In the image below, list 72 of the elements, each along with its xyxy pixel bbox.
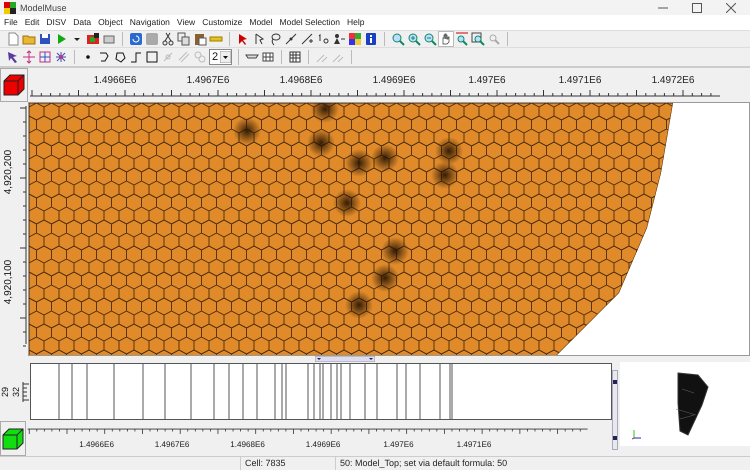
numbered-icon[interactable] (316, 32, 330, 46)
ruler-label: 1.4966E6 (79, 440, 114, 449)
undo-icon[interactable] (129, 32, 143, 46)
ruler-label: 1.4968E6 (230, 440, 265, 449)
maximize-icon[interactable] (692, 2, 702, 13)
zoom-icon[interactable] (391, 32, 405, 46)
ruler-label: 1.497E6 (468, 75, 506, 86)
vertex-icon[interactable] (284, 32, 298, 46)
3d-view[interactable] (620, 362, 750, 446)
ruler-label: 1.4972E6 (652, 75, 694, 86)
ruler-label: 1.4969E6 (372, 75, 416, 86)
polygon-icon[interactable] (113, 50, 127, 64)
spin-arrow-icon[interactable] (220, 50, 232, 63)
splitter-handle[interactable] (315, 356, 375, 362)
small-grid-icon[interactable] (261, 50, 276, 64)
scissors-icon[interactable] (161, 32, 175, 46)
status-text: Cell: 7835 (241, 457, 336, 470)
ruler-label: 1.4971E6 (456, 440, 492, 449)
ruler-scale (22, 382, 30, 402)
zoom-in-icon[interactable] (407, 32, 421, 46)
hand-icon[interactable] (439, 32, 453, 46)
menu-item[interactable]: Customize (202, 17, 242, 28)
info-icon[interactable] (364, 32, 378, 46)
ruler-label: 4,920,200 (3, 148, 15, 196)
menu-item[interactable]: Object (98, 17, 123, 28)
ruler-label: 4,920,100 (3, 258, 15, 306)
zoom-extent-icon[interactable] (455, 32, 469, 46)
new-file-icon[interactable] (6, 32, 20, 46)
move-icon[interactable] (22, 50, 36, 64)
ruler-label: 1.4969E6 (306, 440, 340, 449)
rectangle-icon[interactable] (145, 50, 159, 64)
menu-item[interactable]: Model (249, 17, 273, 28)
palette-icon[interactable] (348, 32, 362, 46)
window-title: ModelMuse (20, 2, 67, 13)
close-icon[interactable] (726, 2, 736, 13)
app-icon (4, 2, 16, 14)
step-line-icon[interactable] (129, 50, 143, 64)
ruler-label: 1.4971E6 (558, 75, 602, 86)
ruler-label: 29 (0, 386, 10, 396)
save-icon[interactable] (38, 32, 52, 46)
mesh-icon[interactable] (54, 50, 68, 64)
ruler-label: 1.497E6 (383, 440, 414, 449)
menu-item[interactable]: DISV (46, 17, 66, 28)
cube-icon[interactable] (2, 73, 26, 97)
grid-box-icon[interactable] (38, 50, 52, 64)
grid-icon[interactable] (288, 50, 302, 64)
scrollbar[interactable] (612, 370, 618, 450)
ruler-label: 1.4967E6 (186, 75, 230, 86)
ruler-label: 1.4966E6 (94, 75, 136, 86)
menu-item[interactable]: Help (347, 17, 364, 28)
paste-icon[interactable] (193, 32, 207, 46)
ruler-label: 1.4968E6 (280, 75, 322, 86)
ruler-label: 32 (11, 386, 21, 396)
status-text: 50: Model_Top; set via default formula: 50 (339, 457, 508, 470)
vertex-add-icon[interactable] (300, 32, 314, 46)
copy-icon[interactable] (177, 32, 191, 46)
menu-item[interactable]: Navigation (130, 17, 170, 28)
axes-icon (632, 430, 642, 440)
zoom-window-icon[interactable] (471, 32, 485, 46)
ruler-label: 1.4967E6 (154, 440, 190, 449)
polyline-icon[interactable] (97, 50, 111, 64)
menu-item[interactable]: Model Selection (280, 17, 340, 28)
grid-color-icon[interactable] (86, 32, 100, 46)
menu-item[interactable]: File (4, 17, 18, 28)
pointer-icon[interactable] (6, 50, 20, 64)
menu-item[interactable]: Edit (24, 17, 40, 28)
person-icon[interactable] (332, 32, 346, 46)
layer-spin-box[interactable]: 2 (209, 48, 232, 65)
menu-item[interactable]: Data (73, 17, 92, 28)
menu-item[interactable]: View (176, 17, 196, 28)
cube-icon[interactable] (1, 426, 25, 450)
zoom-out-icon[interactable] (423, 32, 437, 46)
